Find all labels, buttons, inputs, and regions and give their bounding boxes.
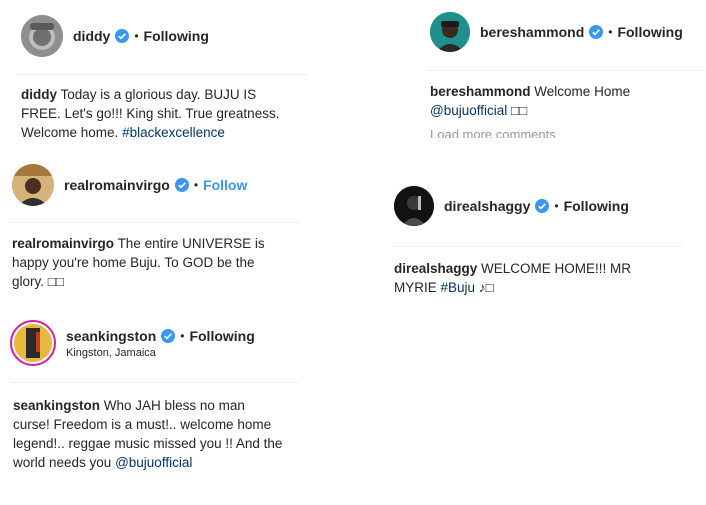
avatar-image <box>14 324 52 362</box>
divider <box>10 382 300 383</box>
emoji: □□ <box>511 103 528 118</box>
post-card-seankingston: seankingston • Following Kingston, Jamai… <box>0 310 318 475</box>
divider <box>427 70 705 71</box>
avatar[interactable] <box>21 15 63 57</box>
avatar[interactable] <box>12 164 54 206</box>
post-card-direalshaggy: direalshaggy • Following direalshaggy WE… <box>378 176 686 298</box>
separator-dot: • <box>180 328 185 343</box>
verified-badge-icon <box>589 25 604 39</box>
location-link[interactable]: Kingston, Jamaica <box>66 347 255 359</box>
verified-badge-icon <box>174 178 189 192</box>
divider <box>392 246 682 247</box>
username[interactable]: direalshaggy <box>444 198 530 214</box>
comment-username[interactable]: realromainvirgo <box>12 236 114 251</box>
caption-comment: bereshammond Welcome Home @bujuofficial … <box>430 82 695 120</box>
separator-dot: • <box>134 29 139 43</box>
comment-username[interactable]: bereshammond <box>430 84 531 99</box>
username[interactable]: bereshammond <box>480 24 584 40</box>
avatar-image <box>394 186 434 226</box>
following-button[interactable]: Following <box>617 24 682 40</box>
divider <box>9 222 299 223</box>
comment-username[interactable]: seankingston <box>13 398 100 413</box>
mention-link[interactable]: @bujuofficial <box>115 455 192 470</box>
caption-comment: diddy Today is a glorious day. BUJU IS F… <box>21 85 296 142</box>
load-more-comments-link[interactable]: Load more comments <box>430 127 556 138</box>
caption-comment: direalshaggy WELCOME HOME!!! MR MYRIE #B… <box>394 259 654 297</box>
avatar-image <box>430 12 470 52</box>
verified-badge-icon <box>535 199 550 213</box>
avatar[interactable] <box>10 320 56 366</box>
avatar-image <box>21 15 63 57</box>
avatar[interactable] <box>394 186 434 226</box>
verified-badge-icon <box>115 29 130 43</box>
separator-dot: • <box>193 178 199 192</box>
emoji: □□ <box>47 274 65 289</box>
separator-dot: • <box>554 199 559 213</box>
following-button[interactable]: Following <box>189 328 254 344</box>
hashtag-link[interactable]: #Buju <box>441 280 476 295</box>
comment-username[interactable]: diddy <box>21 87 57 102</box>
divider <box>18 74 308 75</box>
separator-dot: • <box>608 25 613 39</box>
avatar-image <box>12 164 54 206</box>
post-card-diddy: diddy • Following diddy Today is a glori… <box>0 0 318 150</box>
username[interactable]: diddy <box>73 28 110 44</box>
avatar[interactable] <box>430 12 470 52</box>
following-button[interactable]: Following <box>144 28 209 44</box>
post-card-bereshammond: bereshammond • Following bereshammond We… <box>413 0 706 138</box>
verified-badge-icon <box>161 328 176 343</box>
emoji: ♪□ <box>478 280 494 295</box>
username[interactable]: realromainvirgo <box>64 177 170 193</box>
comment-username[interactable]: direalshaggy <box>394 261 477 276</box>
caption-comment: seankingston Who JAH bless no man curse!… <box>13 396 283 472</box>
caption-comment: realromainvirgo The entire UNIVERSE is h… <box>12 234 287 291</box>
comment-text: Welcome Home <box>534 84 631 99</box>
follow-button[interactable]: Follow <box>203 177 247 193</box>
mention-link[interactable]: @bujuofficial <box>430 103 507 118</box>
username[interactable]: seankingston <box>66 328 156 344</box>
hashtag-link[interactable]: #blackexcellence <box>122 125 225 140</box>
following-button[interactable]: Following <box>564 198 629 214</box>
post-card-realromainvirgo: realromainvirgo • Follow realromainvirgo… <box>0 158 318 298</box>
